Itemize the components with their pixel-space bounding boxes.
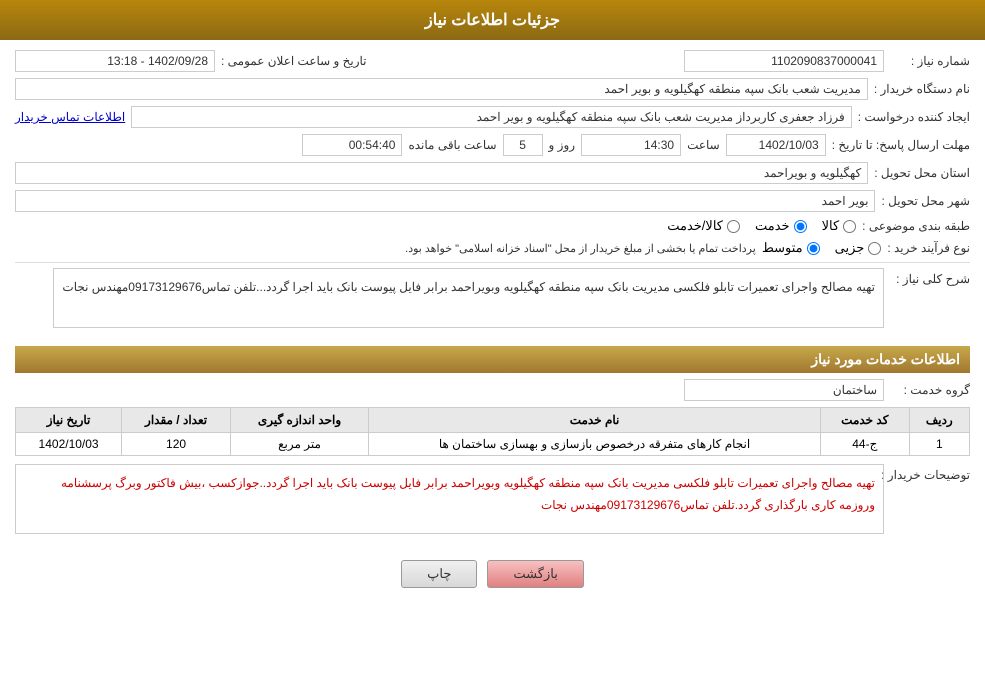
table-cell-service_code: ج-44 xyxy=(821,433,910,456)
category-label-kala: کالا xyxy=(822,218,840,234)
category-label-khedmat: خدمت xyxy=(755,218,790,234)
service-group-value: ساختمان xyxy=(684,379,884,401)
category-option-kala[interactable]: کالا xyxy=(822,218,857,234)
print-button[interactable]: چاپ xyxy=(401,560,477,588)
service-info-section-title: اطلاعات خدمات مورد نیاز xyxy=(15,346,970,373)
category-radio-kala[interactable] xyxy=(843,220,856,233)
row-service-group: گروه خدمت : ساختمان xyxy=(15,379,970,401)
response-deadline-label: مهلت ارسال پاسخ: تا تاریخ : xyxy=(832,138,970,152)
city-value: بویر احمد xyxy=(15,190,875,212)
purchase-type-note: پرداخت تمام یا بخشی از مبلغ خریدار از مح… xyxy=(405,242,756,255)
response-date-value: 1402/10/03 xyxy=(726,134,826,156)
page-title: جزئیات اطلاعات نیاز xyxy=(425,12,560,29)
col-row-num: ردیف xyxy=(909,408,969,433)
col-service-name: نام خدمت xyxy=(369,408,821,433)
province-label: استان محل تحویل : xyxy=(874,166,970,180)
need-number-value: 1102090837000041 xyxy=(684,50,884,72)
row-category: طبقه بندی موضوعی : کالا/خدمت خدمت کالا xyxy=(15,218,970,234)
table-cell-service_name: انجام کارهای متفرقه درخصوص بازسازی و بهس… xyxy=(369,433,821,456)
col-unit: واحد اندازه گیری xyxy=(230,408,368,433)
back-button[interactable]: بازگشت xyxy=(487,560,583,588)
row-response-deadline: مهلت ارسال پاسخ: تا تاریخ : 1402/10/03 س… xyxy=(15,134,970,156)
page-header: جزئیات اطلاعات نیاز xyxy=(0,0,985,40)
announce-value: 1402/09/28 - 13:18 xyxy=(15,50,215,72)
buyer-comments-label: توضیحات خریدار : xyxy=(890,468,970,482)
row-need-desc: شرح کلی نیاز : تهیه مصالح واجرای تعمیرات… xyxy=(15,268,970,336)
requester-contact-link[interactable]: اطلاعات تماس خریدار xyxy=(15,110,125,124)
row-need-number: شماره نیاز : 1102090837000041 تاریخ و سا… xyxy=(15,50,970,72)
col-quantity: تعداد / مقدار xyxy=(122,408,231,433)
page-wrapper: جزئیات اطلاعات نیاز شماره نیاز : 1102090… xyxy=(0,0,985,691)
purchase-type-option-motavaset[interactable]: متوسط xyxy=(762,240,820,256)
purchase-type-option-jozi[interactable]: جزیی xyxy=(835,240,882,256)
need-desc-label: شرح کلی نیاز : xyxy=(890,272,970,286)
response-days-value: 5 xyxy=(503,134,543,156)
response-remaining-label: ساعت باقی مانده xyxy=(408,138,496,152)
row-purchase-type: نوع فرآیند خرید : متوسط جزیی پرداخت تمام… xyxy=(15,240,970,256)
need-desc-value: تهیه مصالح واجرای تعمیرات تابلو فلکسی مد… xyxy=(53,268,884,328)
purchase-type-label: نوع فرآیند خرید : xyxy=(887,241,970,255)
buyer-org-label: نام دستگاه خریدار : xyxy=(874,82,970,96)
response-time-label: ساعت xyxy=(687,138,720,152)
need-number-label: شماره نیاز : xyxy=(890,54,970,68)
category-label: طبقه بندی موضوعی : xyxy=(862,219,970,233)
category-radio-khedmat[interactable] xyxy=(794,220,807,233)
requester-value: فرزاد جعفری کاربرداز مدیریت شعب بانک سپه… xyxy=(131,106,852,128)
announce-label: تاریخ و ساعت اعلان عمومی : xyxy=(221,54,367,68)
category-option-khedmat[interactable]: خدمت xyxy=(755,218,807,234)
content-area: شماره نیاز : 1102090837000041 تاریخ و سا… xyxy=(0,40,985,608)
table-cell-unit: متر مربع xyxy=(230,433,368,456)
response-remaining-value: 00:54:40 xyxy=(302,134,402,156)
table-header-row: ردیف کد خدمت نام خدمت واحد اندازه گیری ت… xyxy=(16,408,970,433)
divider-1 xyxy=(15,262,970,263)
table-cell-quantity: 120 xyxy=(122,433,231,456)
row-requester: ایجاد کننده درخواست : فرزاد جعفری کاربرد… xyxy=(15,106,970,128)
row-province: استان محل تحویل : کهگیلویه و بویراحمد xyxy=(15,162,970,184)
button-row: بازگشت چاپ xyxy=(15,550,970,598)
purchase-type-radio-group: متوسط جزیی xyxy=(762,240,882,256)
purchase-type-radio-jozi[interactable] xyxy=(868,242,881,255)
category-radio-group: کالا/خدمت خدمت کالا xyxy=(667,218,856,234)
row-buyer-comments: توضیحات خریدار : تهیه مصالح واجرای تعمیر… xyxy=(15,464,970,544)
response-time-value: 14:30 xyxy=(581,134,681,156)
province-value: کهگیلویه و بویراحمد xyxy=(15,162,868,184)
purchase-type-radio-motavaset[interactable] xyxy=(807,242,820,255)
table-cell-row_num: 1 xyxy=(909,433,969,456)
buyer-comments-value: تهیه مصالح واجرای تعمیرات تابلو فلکسی مد… xyxy=(15,464,884,534)
category-label-kala-khedmat: کالا/خدمت xyxy=(667,218,723,234)
service-group-label: گروه خدمت : xyxy=(890,383,970,397)
category-radio-kala-khedmat[interactable] xyxy=(727,220,740,233)
table-cell-date: 1402/10/03 xyxy=(16,433,122,456)
category-option-kala-khedmat[interactable]: کالا/خدمت xyxy=(667,218,740,234)
purchase-type-label-motavaset: متوسط xyxy=(762,240,803,256)
response-days-label: روز و xyxy=(549,138,576,152)
row-city: شهر محل تحویل : بویر احمد xyxy=(15,190,970,212)
requester-label: ایجاد کننده درخواست : xyxy=(858,110,970,124)
purchase-type-label-jozi: جزیی xyxy=(835,240,865,256)
col-date: تاریخ نیاز xyxy=(16,408,122,433)
service-table: ردیف کد خدمت نام خدمت واحد اندازه گیری ت… xyxy=(15,407,970,456)
city-label: شهر محل تحویل : xyxy=(881,194,970,208)
table-row: 1ج-44انجام کارهای متفرقه درخصوص بازسازی … xyxy=(16,433,970,456)
row-buyer-org: نام دستگاه خریدار : مدیریت شعب بانک سپه … xyxy=(15,78,970,100)
col-service-code: کد خدمت xyxy=(821,408,910,433)
buyer-org-value: مدیریت شعب بانک سپه منطقه کهگیلویه و بوی… xyxy=(15,78,868,100)
